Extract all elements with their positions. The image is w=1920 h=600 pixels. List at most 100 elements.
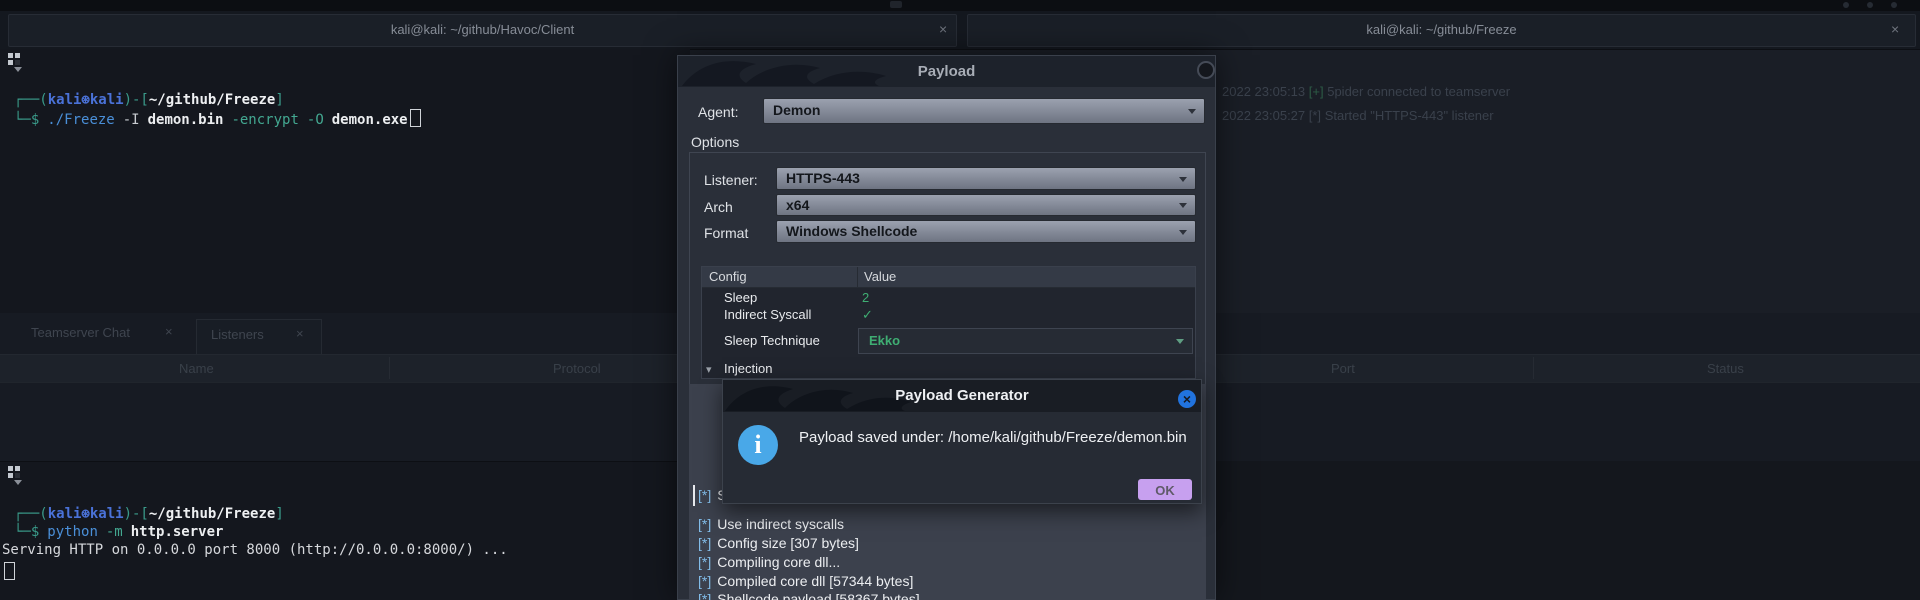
command-line: └─$ ./Freeze -I demon.bin -encrypt -O demon.ex… (14, 109, 421, 129)
terminal-pane-bottom[interactable]: ┌──(kali⊛kali)-[~/github/Freeze] └─$ pyth… (0, 461, 690, 600)
dialog-message: Payload saved under: /home/kali/github/F… (799, 429, 1187, 446)
prompt-frame: └─$ (14, 112, 40, 128)
listener-value: HTTPS-443 (786, 170, 860, 186)
cli-flag: -encrypt (231, 112, 299, 128)
window-dot-icon (1891, 2, 1897, 8)
log-tag: [*] (698, 591, 712, 600)
terminal-tab-bar: kali@kali: ~/github/Havoc/Client × kali@… (0, 11, 1920, 50)
close-icon[interactable]: × (165, 324, 173, 339)
tab-freeze-terminal[interactable]: kali@kali: ~/github/Freeze × (967, 14, 1916, 47)
divider (1533, 357, 1534, 379)
table-row[interactable]: Sleep Technique Ekko (702, 324, 1195, 358)
payload-generator-dialog: Payload Generator × i Payload saved unde… (722, 379, 1202, 504)
window-dot-icon (1867, 2, 1873, 8)
prompt-path: ~/github/Freeze (148, 506, 276, 522)
agent-label: Agent: (698, 104, 739, 120)
log-text: Shellcode payload [58367 bytes] (717, 591, 920, 600)
event-log-line: 2022 23:05:27 [*] Started "HTTPS-443" li… (1222, 108, 1494, 123)
log-text: Compiled core dll [57344 bytes] (717, 573, 914, 589)
prompt-frame: )-[ (123, 506, 149, 522)
tab-teamserver-chat[interactable]: Teamserver Chat (31, 325, 130, 340)
chevron-down-icon (1179, 229, 1187, 235)
close-icon[interactable]: × (1178, 390, 1196, 408)
options-label: Options (691, 134, 740, 150)
log-timestamp: 2022 23:05:27 (1222, 108, 1306, 123)
dialog-title: Payload Generator (895, 387, 1029, 404)
format-dropdown[interactable]: Windows Shellcode (776, 220, 1196, 243)
pane-menu-icon[interactable] (8, 53, 22, 72)
top-strip (0, 0, 1920, 11)
prompt-line-1: ┌──(kali⊛kali)-[~/github/Freeze] (14, 505, 284, 523)
window-circle-button[interactable] (1197, 61, 1215, 79)
tab-title: kali@kali: ~/github/Havoc/Client (390, 22, 575, 37)
cli-arg: http.server (130, 524, 224, 540)
log-text: Compiling core dll... (717, 554, 841, 570)
log-text: Started "HTTPS-443" listener (1324, 108, 1494, 123)
prompt-frame: ┌──( (14, 506, 48, 522)
listener-label: Listener: (704, 172, 758, 188)
sleep-technique-value: Ekko (869, 333, 901, 348)
log-text: 5pider connected to teamserver (1327, 84, 1511, 99)
listener-dropdown[interactable]: HTTPS-443 (776, 167, 1196, 190)
ok-button[interactable]: OK (1138, 479, 1192, 500)
cli-flag: -m (105, 524, 123, 540)
arch-dropdown[interactable]: x64 (776, 194, 1196, 216)
dialog-titlebar[interactable]: Payload Generator × (723, 380, 1201, 412)
console-line: [*] Compiled core dll [57344 bytes] (698, 573, 913, 589)
prompt-user: kali⊛kali (47, 92, 124, 108)
column-config[interactable]: Config (709, 269, 747, 284)
agent-dropdown[interactable]: Demon (763, 98, 1205, 124)
log-text: Config size [307 bytes] (717, 535, 859, 551)
prompt-line-1: ┌──(kali⊛kali)-[~/github/Freeze] (14, 91, 284, 109)
prompt-frame: ] (275, 506, 284, 522)
pane-menu-icon[interactable] (8, 466, 22, 485)
console-line: [*] Config size [307 bytes] (698, 535, 859, 551)
config-value: 2 (862, 290, 870, 305)
log-text: Use indirect syscalls (717, 516, 845, 532)
column-protocol[interactable]: Protocol (553, 361, 601, 376)
command: python (47, 524, 98, 540)
column-status[interactable]: Status (1707, 361, 1744, 376)
close-icon[interactable]: × (939, 21, 947, 37)
prompt-frame: └─$ (14, 524, 40, 540)
console-cursor (693, 485, 695, 506)
prompt-path: ~/github/Freeze (148, 92, 276, 108)
close-icon[interactable]: × (1891, 21, 1899, 37)
close-icon[interactable]: × (296, 326, 304, 341)
tab-title: Listeners (211, 327, 264, 342)
console-line: [*] Compiling core dll... (698, 554, 840, 570)
config-table-header: Config Value (702, 267, 1195, 288)
cli-flag: -I (122, 112, 140, 128)
event-log-line: 2022 23:05:13 [+] 5pider connected to te… (1222, 84, 1510, 99)
column-name[interactable]: Name (179, 361, 214, 376)
server-output: Serving HTTP on 0.0.0.0 port 8000 (http:… (2, 542, 508, 558)
format-value: Windows Shellcode (786, 223, 918, 239)
log-tag: [*] (698, 516, 712, 532)
chevron-down-icon (1188, 109, 1196, 114)
payload-titlebar[interactable]: Payload (678, 56, 1215, 87)
log-tag: [*] (698, 554, 712, 570)
config-key: Sleep (724, 290, 758, 305)
log-tag: [*] (698, 573, 712, 589)
terminal-cursor (4, 562, 15, 580)
terminal-pane-top[interactable]: ┌──(kali⊛kali)-[~/github/Freeze] └─$ ./Fr… (0, 49, 690, 314)
tab-listeners[interactable]: Listeners × (196, 319, 322, 355)
log-tag: [*] (698, 487, 712, 503)
divider (389, 357, 390, 379)
command: ./Freeze (47, 112, 115, 128)
tab-havoc-client-terminal[interactable]: kali@kali: ~/github/Havoc/Client × (8, 14, 957, 47)
arch-label: Arch (704, 199, 733, 215)
window-title: Payload (917, 63, 976, 80)
divider (857, 267, 858, 287)
payload-window: Payload Agent: Demon Options Listener: H… (677, 55, 1216, 600)
arch-value: x64 (786, 197, 810, 213)
checkmark-icon: ✓ (862, 307, 873, 322)
sleep-technique-dropdown[interactable]: Ekko (858, 328, 1193, 354)
desktop: kali@kali: ~/github/Havoc/Client × kali@… (0, 0, 1920, 600)
console-line: [*] Shellcode payload [58367 bytes] (698, 591, 920, 600)
config-key: Injection (724, 361, 773, 376)
column-port[interactable]: Port (1331, 361, 1355, 376)
expander-icon[interactable]: ▾ (706, 363, 712, 376)
column-value[interactable]: Value (864, 269, 896, 284)
window-dot-icon (1843, 2, 1849, 8)
